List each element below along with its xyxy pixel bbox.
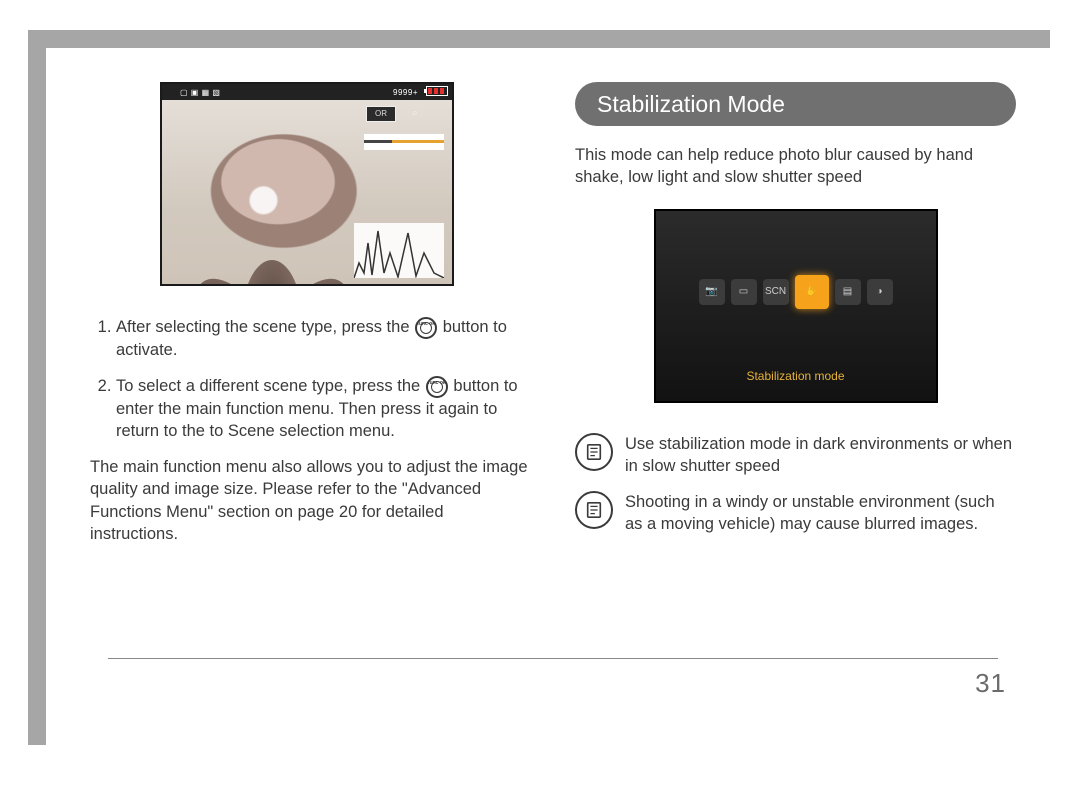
mode-icon: ◑ xyxy=(867,279,893,305)
shot-counter: 9999+ xyxy=(393,88,418,97)
note-icon xyxy=(575,491,613,529)
histogram xyxy=(354,223,444,278)
battery-icon xyxy=(426,86,448,96)
note-icon xyxy=(575,433,613,471)
mode-icon: SCN xyxy=(763,279,789,305)
camera-lcd-preview: ⛹ ▢ ▣ ▦ ▧ 9999+ OR ⌕ xyxy=(160,82,454,286)
step-1: After selecting the scene type, press th… xyxy=(116,316,531,361)
mode-label: Stabilization mode xyxy=(656,369,936,383)
mode-icon-selected: ✋ xyxy=(795,275,829,309)
section-heading: Stabilization Mode xyxy=(575,82,1016,126)
note-text: Use stabilization mode in dark environme… xyxy=(625,433,1016,478)
page-frame: ⛹ ▢ ▣ ▦ ▧ 9999+ OR ⌕ After selecting t xyxy=(28,30,1050,745)
mode-icon: 📷 xyxy=(699,279,725,305)
left-column: ⛹ ▢ ▣ ▦ ▧ 9999+ OR ⌕ After selecting t xyxy=(90,82,531,550)
right-column: Stabilization Mode This mode can help re… xyxy=(575,82,1016,550)
info-box: OR xyxy=(366,106,396,122)
magnifier-icon: ⌕ xyxy=(408,106,422,120)
func-ok-button-icon: func ok xyxy=(426,376,448,398)
step-2-text-a: To select a different scene type, press … xyxy=(116,377,425,395)
advanced-menu-paragraph: The main function menu also allows you t… xyxy=(90,456,531,545)
section-heading-text: Stabilization Mode xyxy=(597,91,785,118)
camera-lcd-mode-select: 📷▭SCN✋▤◑ Stabilization mode xyxy=(654,209,938,403)
mode-icon: ▭ xyxy=(731,279,757,305)
page-number: 31 xyxy=(975,668,1006,699)
mode-carousel: 📷▭SCN✋▤◑ xyxy=(656,279,936,309)
func-ok-button-icon: func ok xyxy=(415,317,437,339)
note-row: Shooting in a windy or unstable environm… xyxy=(575,491,1016,536)
step-2: To select a different scene type, press … xyxy=(116,375,531,442)
topbar-icons: ▢ ▣ ▦ ▧ xyxy=(180,88,220,97)
mode-icon: ▤ xyxy=(835,279,861,305)
instruction-list: After selecting the scene type, press th… xyxy=(90,316,531,442)
note-text: Shooting in a windy or unstable environm… xyxy=(625,491,1016,536)
exposure-gauge xyxy=(364,134,444,150)
step-1-text-a: After selecting the scene type, press th… xyxy=(116,318,414,336)
footer-rule xyxy=(108,658,998,659)
note-row: Use stabilization mode in dark environme… xyxy=(575,433,1016,478)
lcd-topbar: ▢ ▣ ▦ ▧ 9999+ xyxy=(162,84,452,100)
intro-paragraph: This mode can help reduce photo blur cau… xyxy=(575,144,1016,189)
